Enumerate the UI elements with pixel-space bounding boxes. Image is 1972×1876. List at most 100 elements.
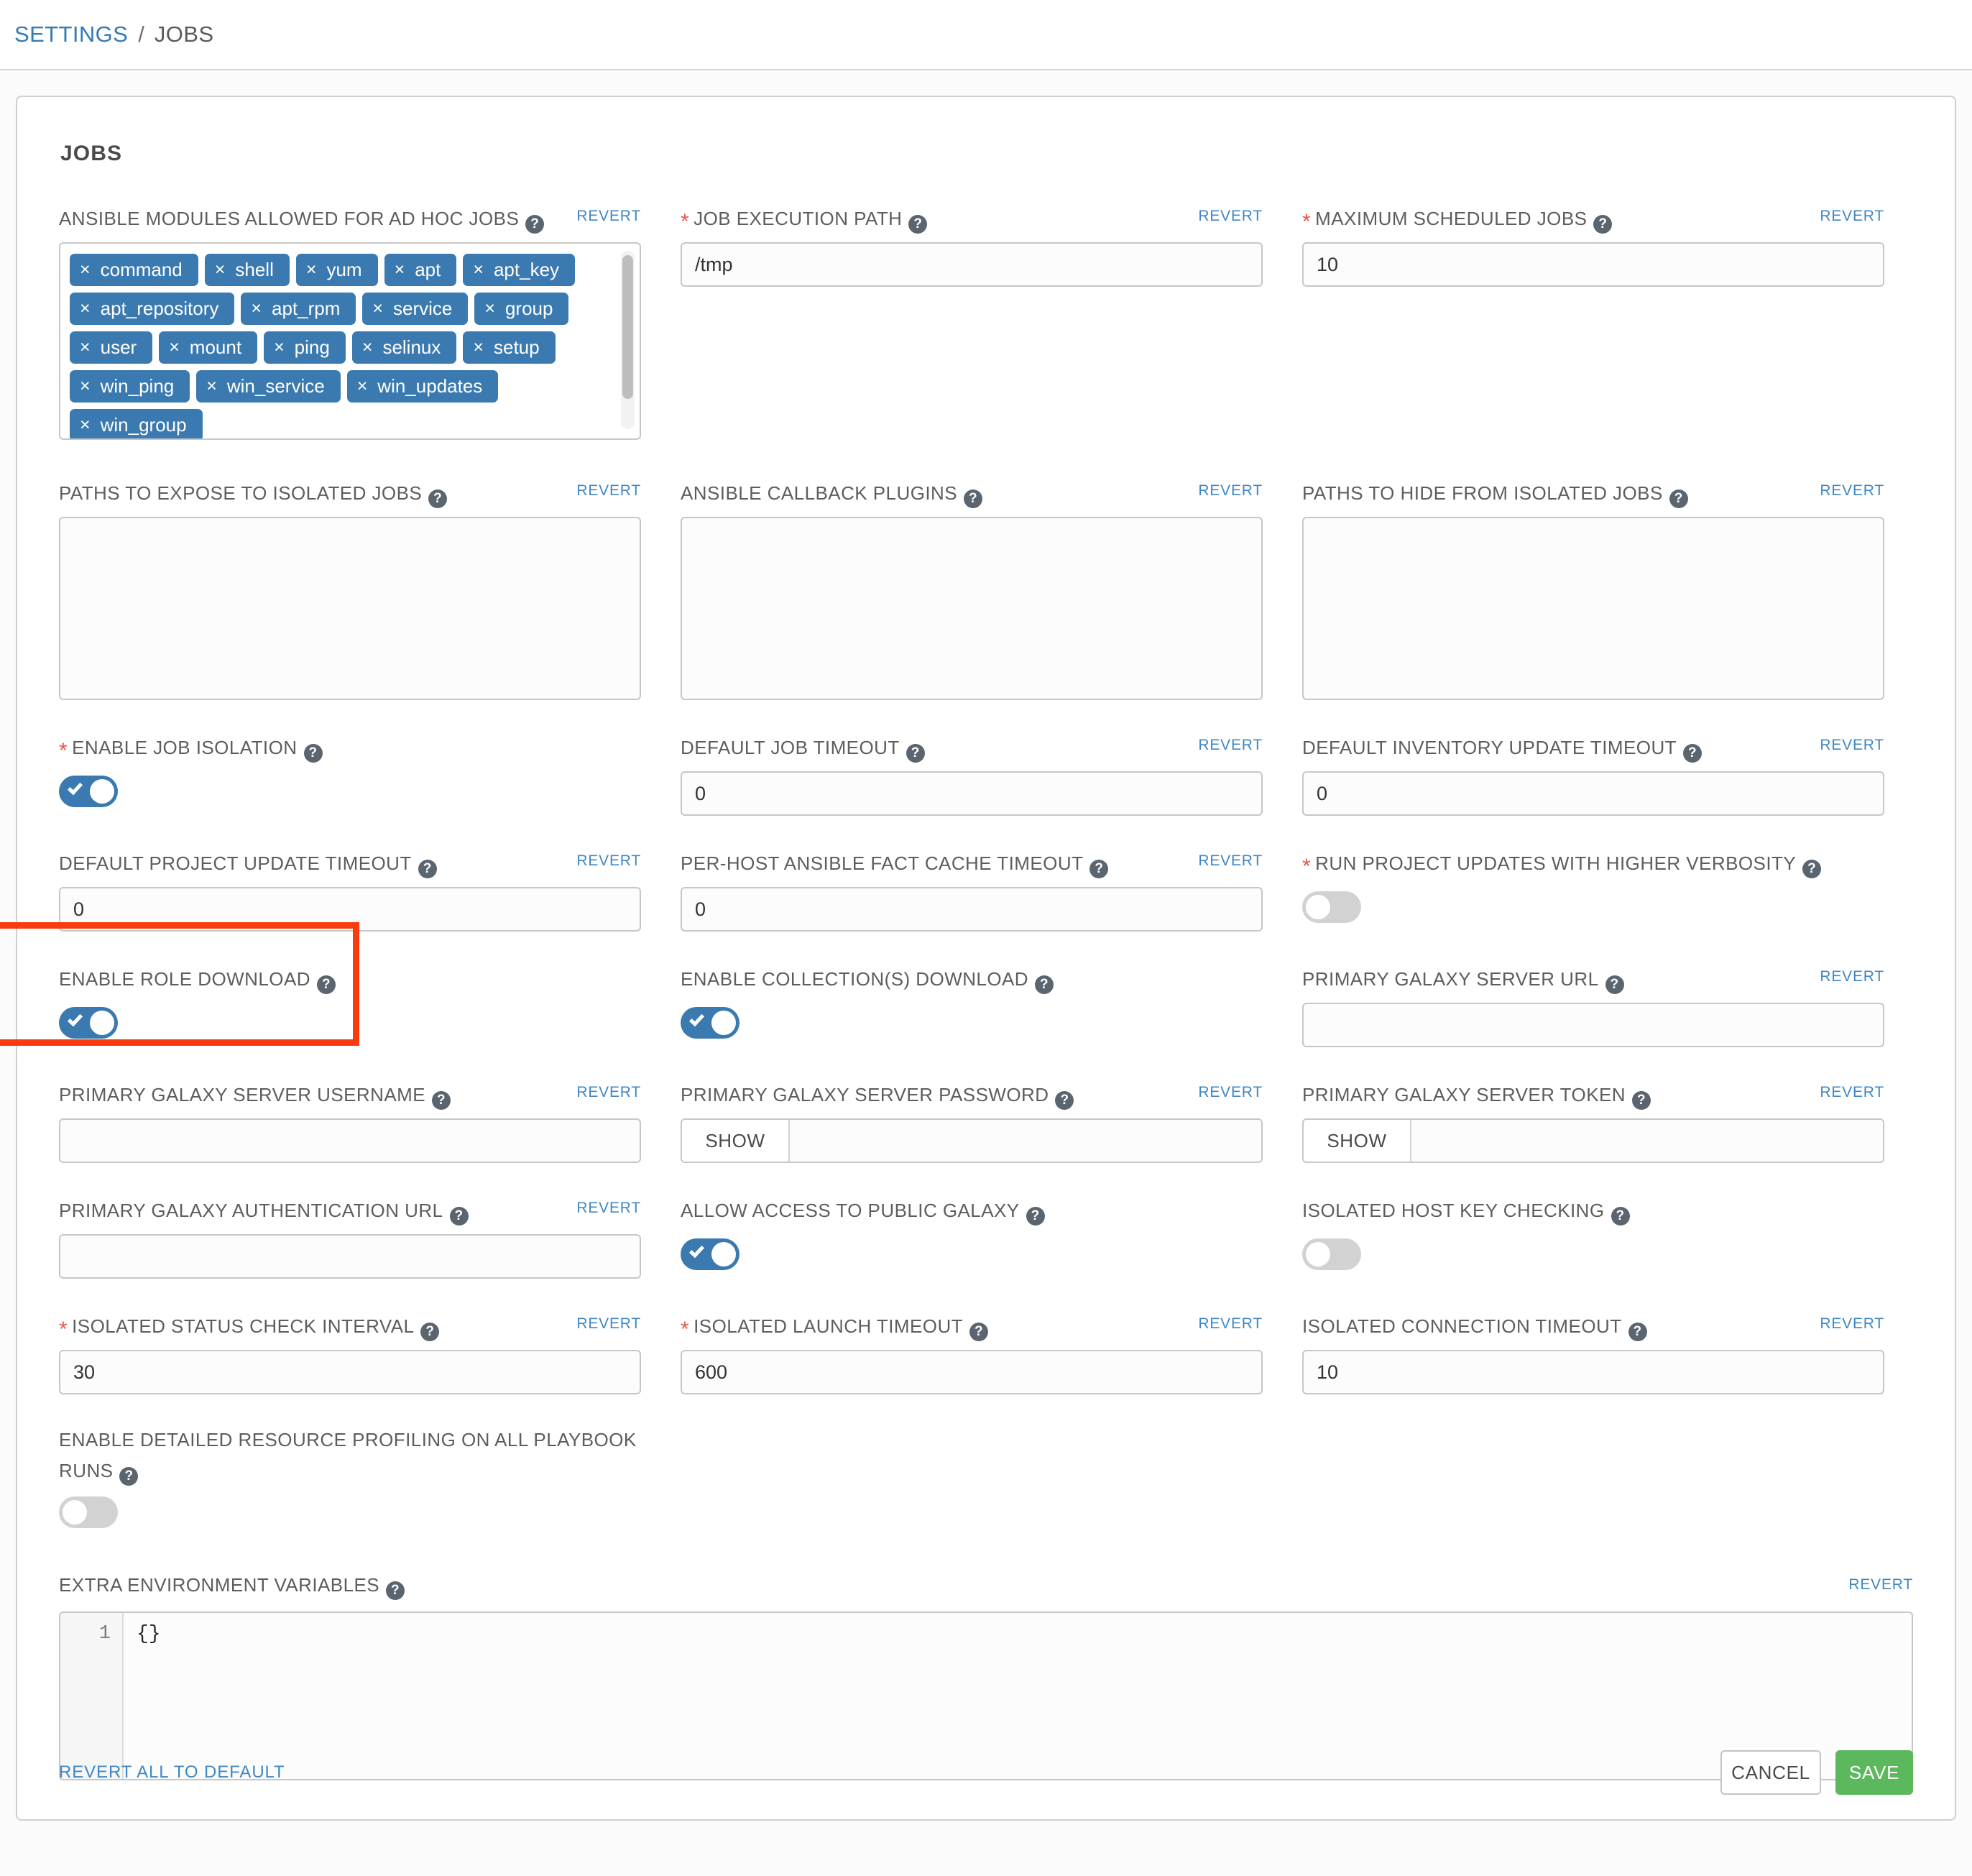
help-icon[interactable]: ?	[1802, 860, 1822, 878]
cancel-button[interactable]: CANCEL	[1720, 1750, 1821, 1795]
module-tag[interactable]: × mount	[159, 331, 258, 364]
isolated-status-check-interval-input[interactable]	[59, 1350, 641, 1394]
remove-tag-icon[interactable]: ×	[473, 261, 484, 279]
primary-galaxy-token-input[interactable]	[1411, 1120, 1883, 1162]
help-icon[interactable]: ?	[1605, 975, 1624, 994]
module-tag[interactable]: × group	[474, 293, 569, 325]
help-icon[interactable]: ?	[1055, 1091, 1074, 1110]
default-job-timeout-input[interactable]	[681, 771, 1263, 816]
revert-link-per-host-fact-cache-timeout[interactable]: REVERT	[1198, 848, 1263, 874]
module-tag[interactable]: × apt	[384, 254, 457, 286]
remove-tag-icon[interactable]: ×	[251, 300, 262, 318]
help-icon[interactable]: ?	[525, 215, 545, 234]
paths-hide-textarea[interactable]	[1302, 517, 1884, 700]
remove-tag-icon[interactable]: ×	[306, 261, 317, 279]
remove-tag-icon[interactable]: ×	[357, 377, 368, 395]
module-tag[interactable]: × shell	[204, 254, 290, 286]
revert-link-callback-plugins[interactable]: REVERT	[1198, 478, 1263, 504]
module-tag[interactable]: × selinux	[351, 331, 457, 364]
help-icon[interactable]: ?	[1683, 744, 1703, 763]
primary-galaxy-auth-url-input[interactable]	[59, 1234, 641, 1279]
remove-tag-icon[interactable]: ×	[80, 261, 91, 279]
remove-tag-icon[interactable]: ×	[395, 261, 405, 279]
module-tag[interactable]: × win_service	[196, 370, 341, 403]
primary-galaxy-server-url-input[interactable]	[1302, 1003, 1884, 1047]
revert-link-primary-galaxy-token[interactable]: REVERT	[1820, 1080, 1884, 1105]
revert-link-primary-galaxy-server-url[interactable]: REVERT	[1820, 964, 1884, 990]
module-tag[interactable]: × win_group	[70, 409, 203, 438]
help-icon[interactable]: ?	[386, 1581, 405, 1600]
module-tag[interactable]: × yum	[295, 254, 378, 286]
callback-plugins-textarea[interactable]	[681, 517, 1263, 700]
maximum-scheduled-jobs-input[interactable]	[1302, 242, 1884, 287]
revert-link-paths-expose[interactable]: REVERT	[576, 478, 641, 504]
paths-expose-textarea[interactable]	[59, 517, 641, 700]
remove-tag-icon[interactable]: ×	[473, 339, 484, 357]
help-icon[interactable]: ?	[1669, 489, 1688, 508]
default-project-update-timeout-input[interactable]	[59, 887, 641, 932]
save-button[interactable]: SAVE	[1835, 1750, 1913, 1795]
remove-tag-icon[interactable]: ×	[274, 339, 285, 357]
module-tag[interactable]: × ping	[264, 331, 346, 364]
allow-public-galaxy-toggle[interactable]	[681, 1238, 740, 1270]
enable-collections-download-toggle[interactable]	[681, 1007, 740, 1039]
module-tag[interactable]: × setup	[463, 331, 556, 364]
help-icon[interactable]: ?	[1611, 1207, 1630, 1226]
revert-link-ansible-modules[interactable]: REVERT	[576, 203, 641, 229]
revert-link-primary-galaxy-username[interactable]: REVERT	[576, 1080, 641, 1105]
module-tag[interactable]: × command	[70, 254, 198, 286]
revert-link-extra-environment-variables[interactable]: REVERT	[1848, 1572, 1913, 1598]
help-icon[interactable]: ?	[418, 860, 437, 878]
isolated-host-key-checking-toggle[interactable]	[1302, 1238, 1361, 1270]
module-tag[interactable]: × apt_key	[463, 254, 576, 286]
remove-tag-icon[interactable]: ×	[372, 300, 383, 318]
help-icon[interactable]: ?	[303, 744, 323, 763]
module-tag[interactable]: × service	[362, 293, 469, 325]
module-tag[interactable]: × apt_repository	[70, 293, 235, 325]
enable-job-isolation-toggle[interactable]	[59, 776, 118, 807]
help-icon[interactable]: ?	[428, 489, 448, 508]
revert-link-isolated-launch-timeout[interactable]: REVERT	[1198, 1311, 1263, 1337]
isolated-launch-timeout-input[interactable]	[681, 1350, 1263, 1394]
help-icon[interactable]: ?	[1628, 1323, 1647, 1341]
remove-tag-icon[interactable]: ×	[80, 300, 91, 318]
revert-link-job-execution-path[interactable]: REVERT	[1198, 203, 1263, 229]
revert-link-primary-galaxy-auth-url[interactable]: REVERT	[576, 1195, 641, 1221]
help-icon[interactable]: ?	[1089, 860, 1109, 878]
tagbox-scrollbar[interactable]	[621, 251, 635, 429]
primary-galaxy-password-input[interactable]	[790, 1120, 1261, 1162]
run-project-updates-verbosity-toggle[interactable]	[1302, 891, 1361, 923]
detailed-resource-profiling-toggle[interactable]	[59, 1496, 118, 1528]
remove-tag-icon[interactable]: ×	[80, 416, 91, 434]
remove-tag-icon[interactable]: ×	[206, 377, 217, 395]
remove-tag-icon[interactable]: ×	[362, 339, 373, 357]
module-tag[interactable]: × apt_rpm	[241, 293, 356, 325]
job-execution-path-input[interactable]	[681, 242, 1263, 287]
help-icon[interactable]: ?	[420, 1323, 440, 1341]
revert-link-isolated-status-check-interval[interactable]: REVERT	[576, 1311, 641, 1337]
remove-tag-icon[interactable]: ×	[215, 261, 226, 279]
help-icon[interactable]: ?	[1035, 975, 1054, 994]
revert-link-isolated-connection-timeout[interactable]: REVERT	[1820, 1311, 1884, 1337]
primary-galaxy-username-input[interactable]	[59, 1118, 641, 1163]
help-icon[interactable]: ?	[449, 1207, 469, 1226]
help-icon[interactable]: ?	[432, 1091, 451, 1110]
help-icon[interactable]: ?	[969, 1323, 989, 1341]
show-token-button[interactable]: SHOW	[1304, 1120, 1411, 1162]
scrollbar-thumb[interactable]	[622, 255, 633, 399]
remove-tag-icon[interactable]: ×	[80, 377, 91, 395]
revert-link-paths-hide[interactable]: REVERT	[1820, 478, 1884, 504]
isolated-connection-timeout-input[interactable]	[1302, 1350, 1884, 1394]
show-password-button[interactable]: SHOW	[682, 1120, 790, 1162]
remove-tag-icon[interactable]: ×	[484, 300, 495, 318]
remove-tag-icon[interactable]: ×	[80, 339, 91, 357]
revert-link-default-job-timeout[interactable]: REVERT	[1198, 732, 1263, 758]
help-icon[interactable]: ?	[1632, 1091, 1651, 1110]
revert-all-to-default-link[interactable]: REVERT ALL TO DEFAULT	[59, 1762, 285, 1783]
per-host-fact-cache-timeout-input[interactable]	[681, 887, 1263, 932]
revert-link-default-inventory-update-timeout[interactable]: REVERT	[1820, 732, 1884, 758]
help-icon[interactable]: ?	[1593, 215, 1613, 234]
revert-link-maximum-scheduled-jobs[interactable]: REVERT	[1820, 203, 1884, 229]
module-tag[interactable]: × win_ping	[70, 370, 190, 403]
help-icon[interactable]: ?	[316, 975, 336, 994]
